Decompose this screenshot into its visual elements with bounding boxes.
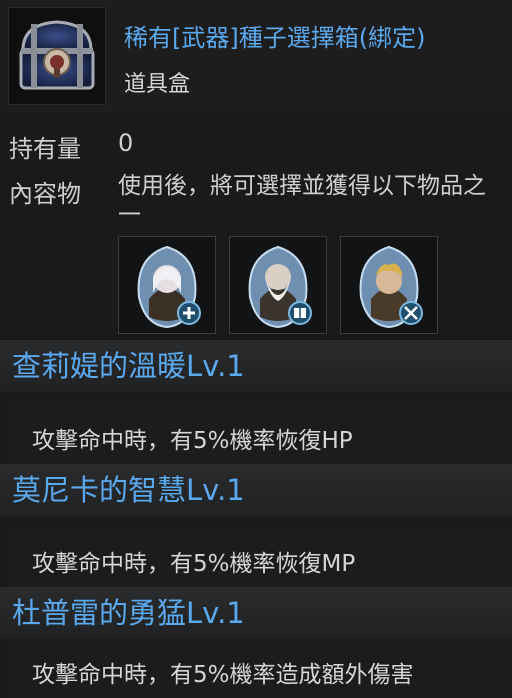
item-header: 稀有[武器]種子選擇箱(綁定) 道具盒 bbox=[0, 0, 512, 112]
effect-text: 攻擊命中時，有5%機率恢復MP bbox=[32, 551, 356, 577]
white-haired-girl-seed-icon bbox=[137, 245, 201, 329]
effect-description-1: 攻擊命中時，有5%機率恢復HP bbox=[8, 404, 512, 464]
effect-description-3: 攻擊命中時，有5%機率造成額外傷害 bbox=[8, 638, 512, 698]
effect-title: 莫尼卡的智慧Lv.1 bbox=[12, 473, 245, 507]
quantity-value: 0 bbox=[118, 129, 134, 157]
quantity-label: 持有量 bbox=[9, 135, 81, 163]
reward-slot-white-haired-girl[interactable] bbox=[118, 236, 216, 334]
effect-text: 攻擊命中時，有5%機率恢復HP bbox=[32, 428, 353, 454]
effect-section-2: 莫尼卡的智慧Lv.1 bbox=[0, 464, 512, 516]
blond-warrior-seed-icon bbox=[359, 245, 423, 329]
effect-title: 杜普雷的勇猛Lv.1 bbox=[12, 596, 245, 630]
item-title: 稀有[武器]種子選擇箱(綁定) bbox=[124, 24, 426, 52]
item-type: 道具盒 bbox=[124, 72, 191, 97]
effect-section-3: 杜普雷的勇猛Lv.1 bbox=[0, 587, 512, 639]
effect-section-1: 查莉媞的溫暖Lv.1 bbox=[0, 340, 512, 392]
effect-title: 查莉媞的溫暖Lv.1 bbox=[12, 349, 245, 383]
bearded-old-man-seed-icon bbox=[248, 245, 312, 329]
reward-slot-bearded-old-man[interactable] bbox=[229, 236, 327, 334]
contents-description: 使用後，將可選擇並獲得以下物品之一 bbox=[118, 173, 486, 228]
reward-slot-blond-warrior[interactable] bbox=[340, 236, 438, 334]
treasure-chest-icon bbox=[8, 7, 106, 105]
effect-description-2: 攻擊命中時，有5%機率恢復MP bbox=[8, 527, 512, 587]
effect-text: 攻擊命中時，有5%機率造成額外傷害 bbox=[32, 662, 414, 688]
contents-label: 內容物 bbox=[9, 180, 81, 208]
